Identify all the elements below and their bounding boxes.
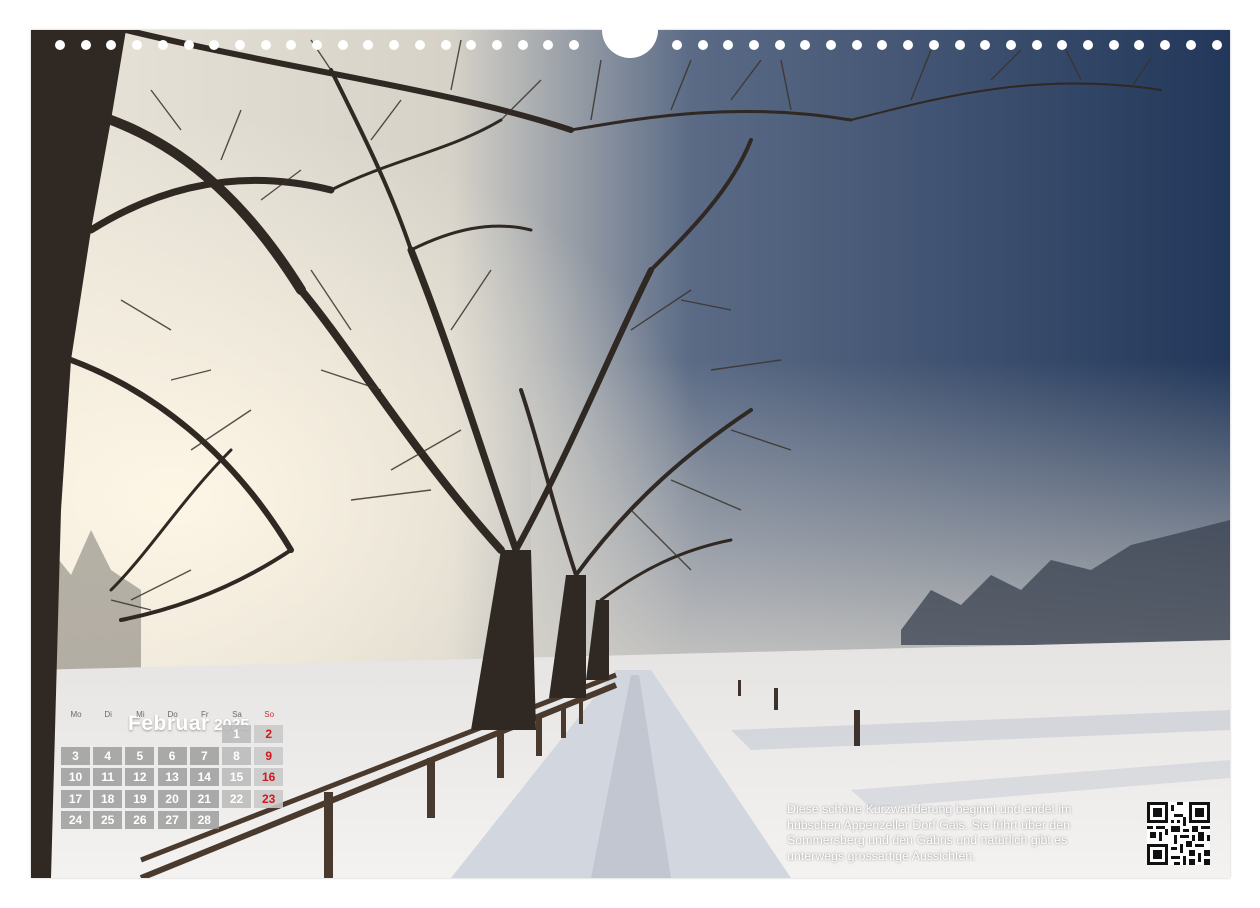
calendar-day: 4 [93,746,123,765]
binding-hole [928,40,939,50]
binding-hole [517,40,528,50]
calendar-day: 2 [254,725,284,743]
calendar-day: 12 [125,768,155,786]
calendar-day: 18 [93,789,123,808]
calendar-page: Februar2025 Diese schöne Kurzwanderung b… [31,30,1230,878]
calendar-day: 6 [157,746,187,765]
weekday-label: Mo [70,710,82,719]
binding-hole [157,40,168,50]
binding-hole [491,40,502,50]
calendar-day: 7 [189,746,219,765]
binding-hole [697,40,708,50]
binding-hole [954,40,965,50]
binding-hole [1031,40,1042,50]
binding-hole [234,40,245,50]
calendar-day: 27 [157,811,187,829]
calendar-day: 23 [254,789,284,808]
calendar-day: 25 [93,811,123,829]
calendar-day: 1 [222,725,251,743]
binding-hole [1108,40,1119,50]
binding-hole [1005,40,1016,50]
binding-hole [1083,40,1093,50]
binding-hole [826,40,836,50]
binding-hole [748,40,759,50]
calendar-day: 19 [125,789,155,808]
calendar-day: 13 [157,768,187,786]
weekday-label: Do [167,710,178,719]
binding-hole [1185,40,1196,50]
weekday-label: Sa [232,710,242,719]
calendar-day: 16 [254,768,284,786]
binding-hole [1237,40,1248,50]
calendar-day: 9 [254,746,284,765]
calendar-day: 17 [61,789,90,808]
weekday-label: Mi [136,710,145,719]
binding-hole [55,40,65,50]
calendar-day: 8 [222,746,251,765]
binding-hole [569,40,579,50]
calendar-day: 22 [222,789,251,808]
binding-hole [851,40,862,50]
calendar-day: 11 [93,768,123,786]
calendar-day: 21 [189,789,219,808]
calendar-day: 14 [189,768,219,786]
binding-hole [671,40,682,50]
calendar-day: 26 [125,811,155,829]
weekday-label: Fr [201,710,209,719]
calendar-day: 15 [222,768,251,786]
weekday-label: Di [104,710,112,719]
calendar-day: 20 [157,789,187,808]
photo-caption: Diese schöne Kurzwanderung beginnt und e… [787,802,1072,863]
binding-hole [183,40,194,50]
binding-hole [774,40,785,50]
binding-hole [1211,40,1222,50]
calendar-day: 24 [61,811,90,829]
binding-hole [80,40,91,50]
calendar-day: 10 [61,768,90,786]
binding-hole [337,40,348,50]
calendar-day: 5 [125,746,155,765]
binding-hole [260,40,271,50]
binding-hole [414,40,425,50]
calendar-day: 28 [189,811,219,829]
binding-hole [312,40,322,50]
qr-code-icon [1147,802,1210,865]
weekday-label: So [264,710,275,719]
calendar-day: 3 [61,746,90,765]
binding-hole [440,40,451,50]
